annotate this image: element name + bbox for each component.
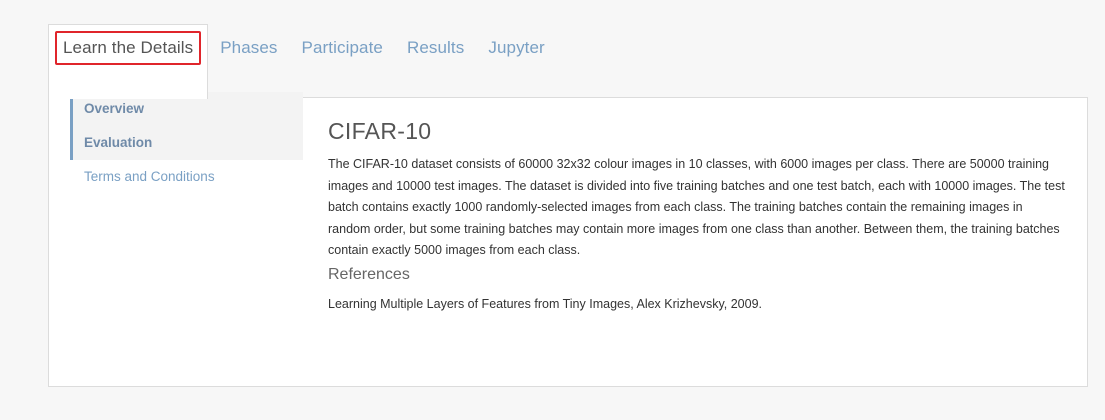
side-navigation: Overview Evaluation Terms and Conditions — [70, 92, 303, 194]
sidenav-item-terms-and-conditions[interactable]: Terms and Conditions — [70, 160, 300, 194]
page-title: CIFAR-10 — [328, 118, 432, 144]
tab-bar: Learn the Details Phases Participate Res… — [48, 24, 557, 99]
tab-jupyter[interactable]: Jupyter — [476, 24, 556, 72]
tab-phases[interactable]: Phases — [208, 24, 289, 72]
overview-content: CIFAR-10 The CIFAR-10 dataset consists o… — [328, 118, 1068, 314]
details-panel: Overview Evaluation Terms and Conditions… — [48, 92, 1088, 387]
tab-learn-the-details[interactable]: Learn the Details — [48, 24, 209, 99]
sidenav-item-evaluation[interactable]: Evaluation — [73, 126, 303, 160]
tab-label: Learn the Details — [55, 31, 202, 65]
selected-nav-group: Overview Evaluation — [70, 92, 303, 160]
tab-participate[interactable]: Participate — [290, 24, 395, 72]
references-heading: References — [328, 265, 410, 283]
tab-label: Results — [406, 38, 465, 57]
tab-label: Jupyter — [488, 38, 545, 57]
tab-results[interactable]: Results — [395, 24, 476, 72]
tab-label: Phases — [220, 38, 278, 57]
tab-label: Participate — [301, 38, 383, 57]
reference-text: Learning Multiple Layers of Features fro… — [328, 296, 762, 311]
dataset-description: The CIFAR-10 dataset consists of 60000 3… — [328, 157, 1065, 257]
